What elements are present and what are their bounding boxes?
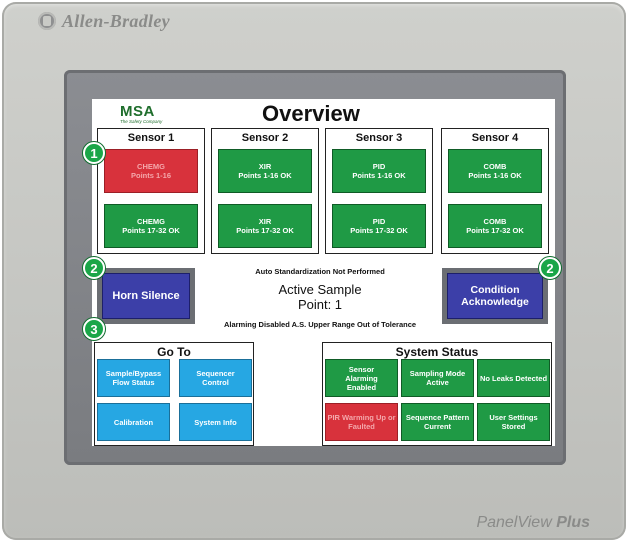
system-status-panel: System Status Sensor Alarming Enabled Samp…	[322, 342, 552, 446]
condition-acknowledge-bezel: Condition Acknowledge	[442, 268, 548, 324]
status-line: Active	[426, 378, 449, 387]
sensor-panel-3: Sensor 3 PID Points 1-16 OK PID Points 17-…	[325, 128, 433, 254]
tile-line: XIR	[258, 162, 272, 171]
tile-line: Points 1-16	[130, 171, 171, 180]
model-suffix: Plus	[556, 514, 590, 531]
callout-badge-1: 1	[83, 142, 105, 164]
tile-line: Points 1-16 OK	[238, 171, 292, 180]
status-user-settings-stored[interactable]: User Settings Stored	[477, 403, 550, 441]
button-line: Sequencer	[196, 369, 235, 378]
tile-line: PID	[372, 217, 386, 226]
goto-header: Go To	[157, 345, 191, 359]
status-no-leaks-detected[interactable]: No Leaks Detected	[477, 359, 550, 397]
status-line: PIR Warming Up or	[327, 413, 396, 422]
sensor-3-points-17-32-button[interactable]: PID Points 17-32 OK	[332, 204, 426, 248]
status-pir-warming-up[interactable]: PIR Warming Up or Faulted	[325, 403, 398, 441]
button-line: Condition	[470, 284, 520, 296]
sensor-4-points-17-32-button[interactable]: COMB Points 17-32 OK	[448, 204, 542, 248]
logo-text: MSA	[120, 103, 155, 120]
tile-line: Points 17-32 OK	[466, 226, 524, 235]
brand-name: Allen-Bradley	[62, 10, 170, 31]
sensor-panel-4: Sensor 4 COMB Points 1-16 OK COMB Points 1…	[441, 128, 549, 254]
status-line: Faulted	[348, 422, 375, 431]
sensor-1-points-1-16-button[interactable]: CHEMG Points 1-16	[104, 149, 198, 193]
sensor-3-points-1-16-button[interactable]: PID Points 1-16 OK	[332, 149, 426, 193]
hmi-screen: MSA The Safety Company Overview Sensor 1…	[92, 99, 555, 446]
calibration-button[interactable]: Calibration	[97, 403, 170, 441]
auto-standardization-status: Auto Standardization Not Performed	[255, 267, 385, 276]
active-sample-label: Active Sample	[278, 282, 362, 297]
system-status-header: System Status	[395, 345, 479, 359]
sensor-panel-1: Sensor 1 CHEMG Points 1-16 CHEMG Points 17…	[97, 128, 205, 254]
horn-silence-button[interactable]: Horn Silence	[102, 273, 190, 319]
status-line: Enabled	[346, 382, 377, 392]
status-line: Current	[423, 422, 452, 431]
system-info-button[interactable]: System Info	[179, 403, 252, 441]
sensor-name: Sensor 4	[471, 132, 519, 144]
tile-line: COMB	[483, 162, 507, 171]
sequencer-control-button[interactable]: Sequencer Control	[179, 359, 252, 397]
sample-bypass-flow-status-button[interactable]: Sample/Bypass Flow Status	[97, 359, 170, 397]
tile-line: XIR	[258, 217, 272, 226]
status-line: Stored	[501, 422, 526, 431]
condition-acknowledge-button[interactable]: Condition Acknowledge	[447, 273, 543, 319]
tile-line: Points 17-32 OK	[122, 226, 180, 235]
active-sample-point: Point: 1	[297, 297, 343, 312]
sensor-2-points-17-32-button[interactable]: XIR Points 17-32 OK	[218, 204, 312, 248]
msa-logo: MSA The Safety Company	[120, 104, 173, 126]
sensor-2-points-1-16-button[interactable]: XIR Points 1-16 OK	[218, 149, 312, 193]
brand: Allen-Bradley	[38, 10, 170, 32]
tile-line: Points 1-16 OK	[352, 171, 406, 180]
sensor-name: Sensor 2	[241, 132, 289, 144]
status-line: Alarming	[345, 373, 378, 383]
sensor-name: Sensor 1	[127, 132, 175, 144]
callout-badge-2-right: 2	[539, 257, 561, 279]
tile-line: Points 17-32 OK	[236, 226, 294, 235]
tile-line: CHEMG	[137, 162, 165, 171]
button-line: Flow Status	[112, 378, 155, 387]
horn-silence-bezel: Horn Silence	[97, 268, 195, 324]
page-title: Overview	[262, 101, 360, 126]
allen-bradley-logo-icon	[38, 12, 56, 30]
callout-badge-2-left: 2	[83, 257, 105, 279]
tile-line: Points 1-16 OK	[468, 171, 522, 180]
button-line: Sample/Bypass	[105, 369, 162, 378]
tile-line: COMB	[483, 217, 507, 226]
tile-line: Points 17-32 OK	[350, 226, 408, 235]
tile-line: CHEMG	[137, 217, 165, 226]
status-line: User Settings	[489, 413, 538, 422]
goto-panel: Go To Sample/Bypass Flow Status Sequencer…	[94, 342, 254, 446]
logo-tagline: The Safety Company	[120, 119, 163, 124]
status-sequence-pattern-current[interactable]: Sequence Pattern Current	[401, 403, 474, 441]
active-sample-display: Active Sample Point: 1	[202, 282, 438, 312]
sensor-panel-2: Sensor 2 XIR Points 1-16 OK XIR Points 17-…	[211, 128, 319, 254]
tile-line: PID	[372, 162, 386, 171]
button-line: Acknowledge	[461, 296, 529, 308]
status-line: Sampling Mode	[409, 369, 466, 378]
status-line: Sensor	[348, 364, 375, 374]
sensor-1-points-17-32-button[interactable]: CHEMG Points 17-32 OK	[104, 204, 198, 248]
sensor-4-points-1-16-button[interactable]: COMB Points 1-16 OK	[448, 149, 542, 193]
status-sensor-alarming-enabled[interactable]: Sensor Alarming Enabled	[325, 359, 398, 397]
model-name: PanelView Plus	[476, 514, 590, 532]
button-line: Control	[202, 378, 229, 387]
sensor-name: Sensor 3	[355, 132, 403, 144]
model-prefix: PanelView	[476, 514, 552, 531]
callout-badge-3: 3	[83, 318, 105, 340]
status-sampling-mode-active[interactable]: Sampling Mode Active	[401, 359, 474, 397]
alarm-message: Alarming Disabled A.S. Upper Range Out o…	[223, 320, 417, 329]
status-line: Sequence Pattern	[405, 413, 470, 422]
